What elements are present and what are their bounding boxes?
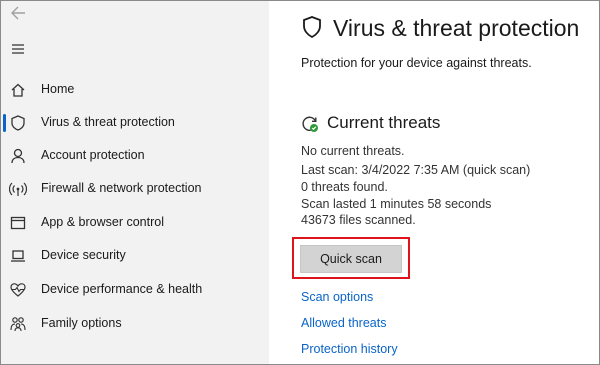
- scan-options-link[interactable]: Scan options: [301, 290, 373, 304]
- allowed-threats-link[interactable]: Allowed threats: [301, 316, 386, 330]
- sidebar-item-device-performance-health[interactable]: Device performance & health: [1, 275, 269, 305]
- last-scan-text: Last scan: 3/4/2022 7:35 AM (quick scan): [301, 163, 531, 177]
- wifi-icon: [8, 180, 28, 198]
- sidebar-item-label: Device performance & health: [41, 282, 203, 296]
- sidebar-item-label: Virus & threat protection: [41, 115, 175, 129]
- sidebar-item-app-browser-control[interactable]: App & browser control: [1, 208, 269, 238]
- page-title: Virus & threat protection: [333, 15, 580, 41]
- scan-duration-text: Scan lasted 1 minutes 58 seconds: [301, 197, 492, 211]
- active-indicator: [3, 114, 6, 132]
- sidebar-item-device-security[interactable]: Device security: [1, 241, 269, 271]
- sidebar-item-label: Firewall & network protection: [41, 181, 202, 195]
- person-icon: [9, 147, 27, 165]
- sidebar-item-label: Home: [41, 82, 75, 96]
- hamburger-menu-icon[interactable]: [9, 41, 29, 57]
- home-icon: [9, 81, 27, 99]
- heart-icon: [9, 281, 27, 299]
- sidebar-item-label: Family options: [41, 316, 122, 330]
- threat-status-text: No current threats.: [301, 144, 405, 158]
- sidebar-item-firewall-network-protection[interactable]: Firewall & network protection: [1, 174, 269, 204]
- page-subtitle: Protection for your device against threa…: [301, 56, 532, 70]
- window-frame: Home Virus & threat protection Account p…: [0, 0, 600, 365]
- sidebar: Home Virus & threat protection Account p…: [1, 1, 269, 364]
- laptop-icon: [9, 247, 27, 265]
- main-content: Virus & threat protection Protection for…: [269, 1, 599, 364]
- sidebar-item-virus-threat-protection[interactable]: Virus & threat protection: [1, 108, 269, 138]
- quick-scan-button[interactable]: Quick scan: [300, 245, 402, 273]
- sidebar-item-family-options[interactable]: Family options: [1, 309, 269, 339]
- sidebar-item-label: App & browser control: [41, 215, 164, 229]
- current-threats-heading: Current threats: [327, 113, 441, 132]
- threats-found-text: 0 threats found.: [301, 180, 388, 194]
- shield-icon: [9, 114, 27, 132]
- sidebar-item-home[interactable]: Home: [1, 75, 269, 105]
- sidebar-item-label: Account protection: [41, 148, 145, 162]
- family-icon: [9, 315, 27, 333]
- back-arrow-icon[interactable]: [9, 4, 29, 22]
- files-scanned-text: 43673 files scanned.: [301, 213, 416, 227]
- refresh-check-icon: [301, 115, 319, 133]
- protection-history-link[interactable]: Protection history: [301, 342, 398, 356]
- sidebar-item-label: Device security: [41, 248, 126, 262]
- app-window-icon: [9, 214, 27, 232]
- shield-icon: [301, 15, 323, 39]
- sidebar-item-account-protection[interactable]: Account protection: [1, 141, 269, 171]
